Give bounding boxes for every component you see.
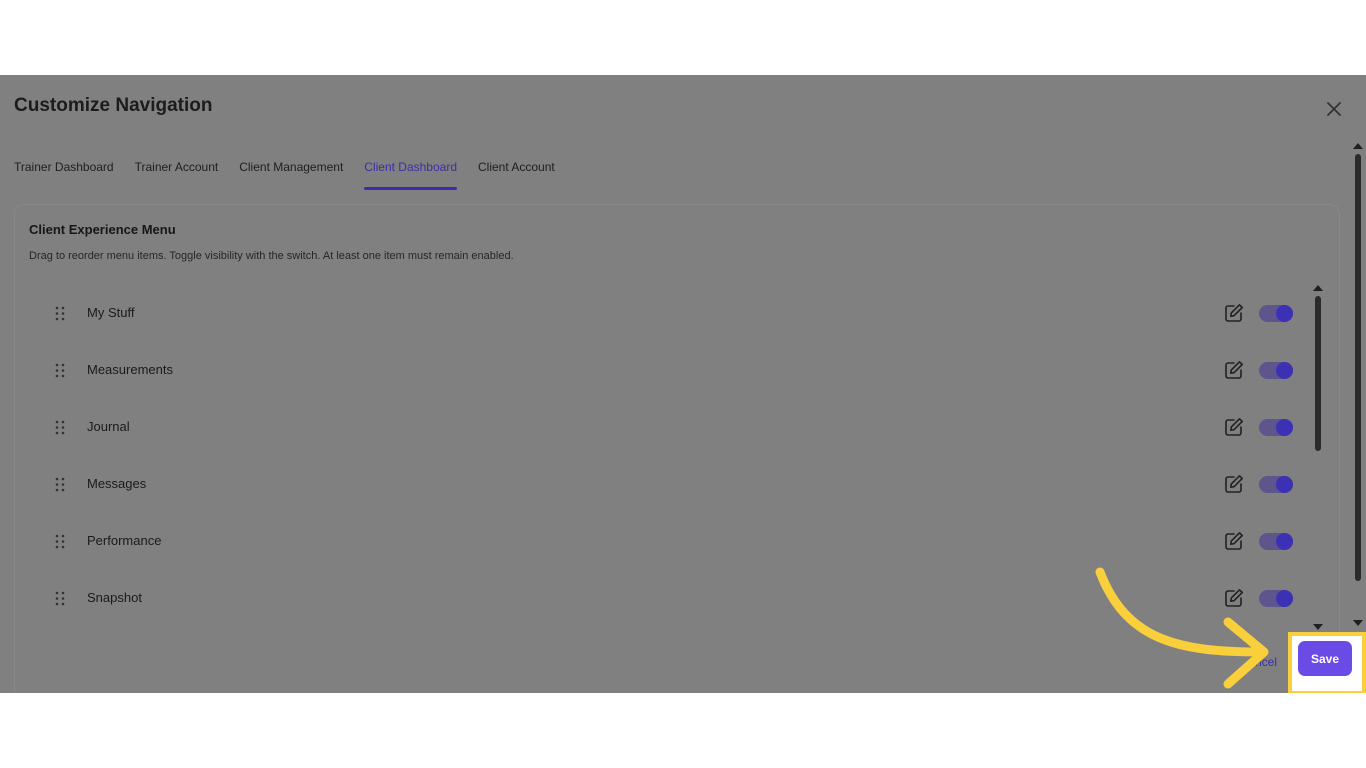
edit-button[interactable] (1223, 359, 1245, 381)
visibility-toggle[interactable] (1259, 419, 1293, 436)
toggle-knob (1276, 305, 1293, 322)
menu-item-label: My Stuff (87, 305, 135, 320)
toggle-knob (1276, 533, 1293, 550)
edit-icon (1225, 418, 1243, 436)
menu-item-messages: Messages (15, 454, 1311, 511)
toggle-knob (1276, 476, 1293, 493)
menu-item-my-stuff: My Stuff (15, 283, 1311, 340)
scroll-down-arrow-icon[interactable] (1313, 624, 1323, 630)
panel-title: Client Experience Menu (29, 222, 176, 237)
menu-item-label: Messages (87, 476, 147, 491)
menu-item-label: Performance (87, 533, 162, 548)
menu-item-label: Snapshot (87, 590, 142, 605)
scrollbar-thumb[interactable] (1355, 154, 1361, 581)
tab-client-dashboard[interactable]: Client Dashboard (364, 160, 457, 190)
edit-icon (1225, 361, 1243, 379)
visibility-toggle[interactable] (1259, 362, 1293, 379)
tab-client-management[interactable]: Client Management (239, 160, 343, 190)
edit-icon (1225, 475, 1243, 493)
tab-bar: Trainer Dashboard Trainer Account Client… (14, 160, 576, 190)
tab-client-account[interactable]: Client Account (478, 160, 555, 190)
edit-button[interactable] (1223, 302, 1245, 324)
scroll-up-arrow-icon[interactable] (1353, 143, 1363, 149)
edit-icon (1225, 532, 1243, 550)
save-button-highlight: Save (1288, 632, 1366, 693)
toggle-knob (1276, 362, 1293, 379)
tab-trainer-account[interactable]: Trainer Account (135, 160, 219, 190)
menu-item-label: Measurements (87, 362, 173, 377)
drag-handle-icon[interactable] (55, 477, 65, 492)
drag-handle-icon[interactable] (55, 591, 65, 606)
visibility-toggle[interactable] (1259, 476, 1293, 493)
menu-item-measurements: Measurements (15, 340, 1311, 397)
scrollbar-thumb[interactable] (1315, 296, 1321, 451)
drag-handle-icon[interactable] (55, 534, 65, 549)
scroll-up-arrow-icon[interactable] (1313, 285, 1323, 291)
menu-item-journal: Journal (15, 397, 1311, 454)
modal-overlay: Customize Navigation Trainer Dashboard T… (0, 75, 1366, 693)
edit-button[interactable] (1223, 530, 1245, 552)
menu-item-label: Journal (87, 419, 130, 434)
save-button[interactable]: Save (1298, 641, 1352, 676)
edit-icon (1225, 304, 1243, 322)
visibility-toggle[interactable] (1259, 305, 1293, 322)
menu-list-scrollbar[interactable] (1313, 285, 1323, 630)
close-button[interactable] (1324, 99, 1344, 119)
modal-scrollbar[interactable] (1353, 143, 1364, 626)
scroll-down-arrow-icon[interactable] (1353, 620, 1363, 626)
edit-button[interactable] (1223, 473, 1245, 495)
edit-button[interactable] (1223, 416, 1245, 438)
toggle-knob (1276, 419, 1293, 436)
panel-description: Drag to reorder menu items. Toggle visib… (29, 250, 514, 262)
drag-handle-icon[interactable] (55, 306, 65, 321)
visibility-toggle[interactable] (1259, 533, 1293, 550)
drag-handle-icon[interactable] (55, 420, 65, 435)
drag-handle-icon[interactable] (55, 363, 65, 378)
tab-trainer-dashboard[interactable]: Trainer Dashboard (14, 160, 114, 190)
close-icon (1327, 102, 1341, 116)
arrow-annotation-icon (1095, 567, 1269, 689)
page-title: Customize Navigation (14, 95, 213, 116)
